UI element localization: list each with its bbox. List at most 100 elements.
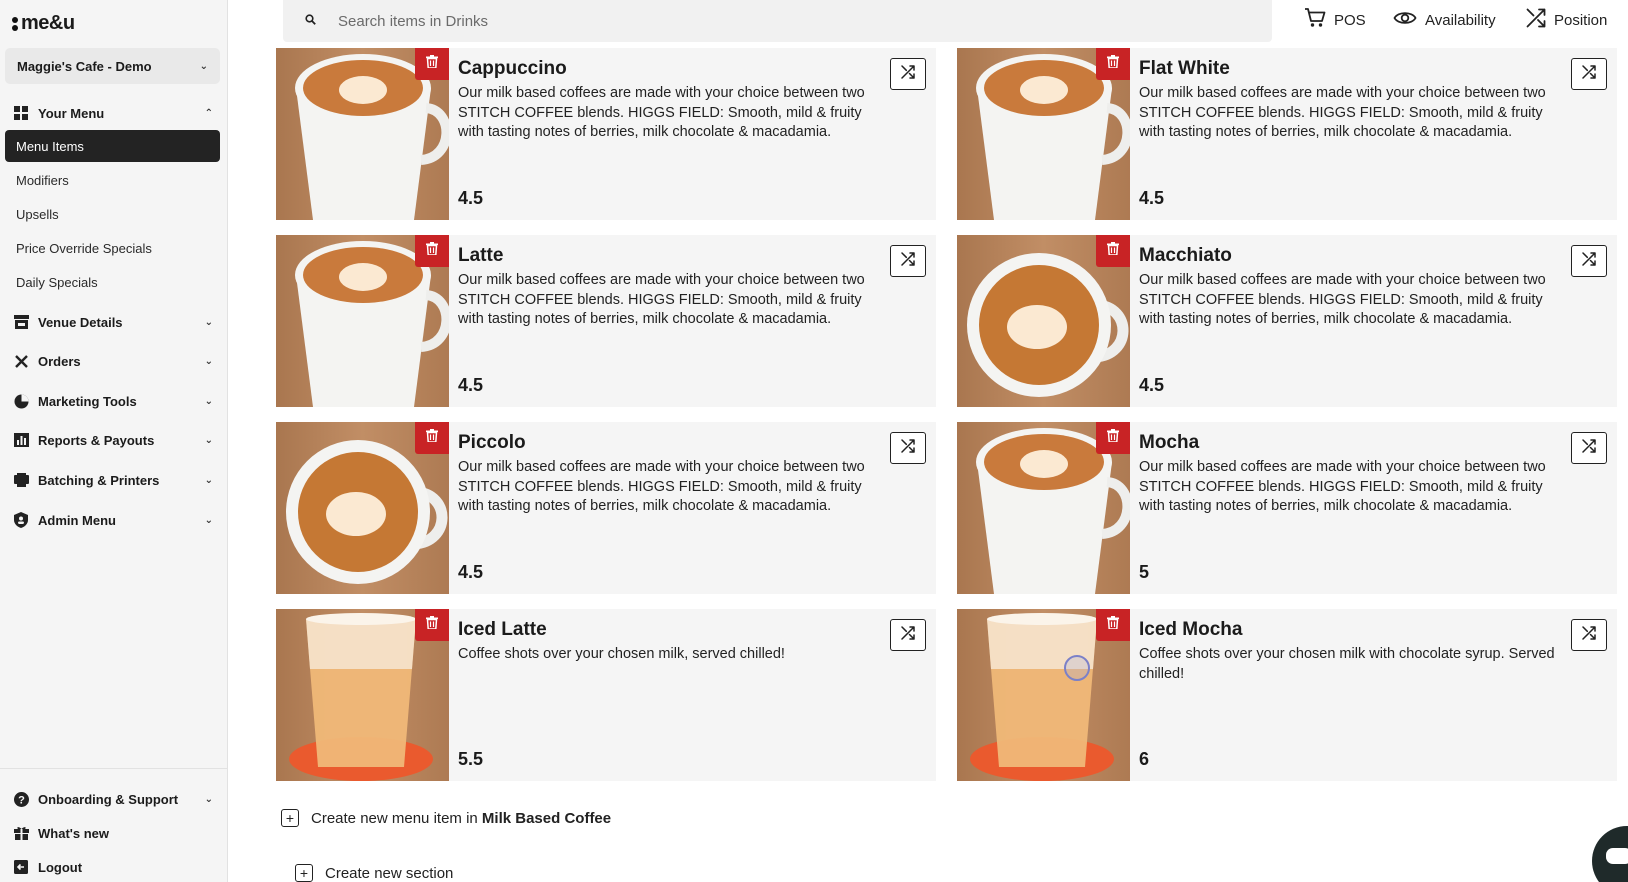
delete-item-button[interactable] (1096, 609, 1130, 641)
menu-item-name[interactable]: Mocha (1139, 432, 1199, 454)
delete-item-button[interactable] (415, 609, 449, 641)
search-bar[interactable] (283, 0, 1272, 42)
delete-item-button[interactable] (1096, 422, 1130, 454)
nav-reports-payouts[interactable]: Reports & Payouts ⌄ (13, 428, 213, 452)
nav-venue-details[interactable]: Venue Details ⌄ (13, 310, 213, 334)
shuffle-icon (901, 251, 915, 271)
help-circle-icon: ? (13, 791, 29, 807)
reposition-item-button[interactable] (1571, 432, 1607, 464)
shuffle-icon (1582, 438, 1596, 458)
sidebar-item-daily-specials[interactable]: Daily Specials (5, 266, 220, 298)
brand-logo[interactable]: me&u (12, 12, 75, 35)
create-menu-item-button[interactable]: + Create new menu item in Milk Based Cof… (281, 809, 611, 827)
venue-selector[interactable]: Maggie's Cafe - Demo ⌄ (5, 48, 220, 84)
create-section-button[interactable]: + Create new section (295, 864, 453, 882)
shield-user-icon (13, 512, 29, 528)
menu-item-name[interactable]: Iced Mocha (1139, 619, 1242, 641)
shopping-cart-icon (1304, 8, 1326, 32)
nav-whats-new[interactable]: What's new (13, 821, 213, 845)
nav-batching-printers[interactable]: Batching & Printers ⌄ (13, 468, 213, 492)
reposition-item-button[interactable] (1571, 245, 1607, 277)
position-button[interactable]: Position (1526, 8, 1607, 32)
menu-item-description: Our milk based coffees are made with you… (1139, 85, 1546, 144)
menu-item-name[interactable]: Flat White (1139, 58, 1230, 80)
nav-section-label: Onboarding & Support (38, 791, 179, 807)
sidebar-item-label: Price Override Specials (16, 240, 152, 256)
chevron-down-icon: ⌄ (199, 60, 208, 72)
printer-icon (13, 472, 29, 488)
sidebar-item-price-override-specials[interactable]: Price Override Specials (5, 232, 220, 264)
nav-marketing-tools[interactable]: Marketing Tools ⌄ (13, 389, 213, 413)
nav-section-label: Reports & Payouts (38, 432, 155, 448)
delete-item-button[interactable] (415, 235, 449, 267)
shuffle-icon (901, 438, 915, 458)
menu-item-name[interactable]: Piccolo (458, 432, 526, 454)
menu-item-card[interactable]: Cappuccino Our milk based coffees are mad… (276, 48, 936, 220)
pie-chart-icon (13, 393, 29, 409)
venue-name: Maggie's Cafe - Demo (17, 58, 152, 74)
trash-icon (426, 242, 438, 260)
reposition-item-button[interactable] (1571, 619, 1607, 651)
nav-section-label: Logout (38, 859, 83, 875)
sidebar-item-label: Menu Items (16, 138, 84, 154)
sidebar-item-modifiers[interactable]: Modifiers (5, 164, 220, 196)
reposition-item-button[interactable] (1571, 58, 1607, 90)
store-icon (13, 314, 29, 330)
menu-item-price: 4.5 (458, 375, 484, 395)
menu-item-name[interactable]: Iced Latte (458, 619, 547, 641)
menu-item-price: 4.5 (458, 188, 484, 208)
trash-icon (426, 429, 438, 447)
search-input[interactable] (338, 12, 1218, 30)
menu-item-price: 5 (1139, 562, 1150, 582)
create-item-prefix: Create new menu item in (311, 809, 478, 827)
menu-item-card[interactable]: Mocha Our milk based coffees are made wit… (957, 422, 1617, 594)
delete-item-button[interactable] (415, 48, 449, 80)
reposition-item-button[interactable] (890, 58, 926, 90)
chevron-down-icon: ⌄ (204, 355, 213, 367)
plus-square-icon: + (281, 809, 299, 827)
trash-icon (1107, 616, 1119, 634)
nav-your-menu[interactable]: Your Menu ⌃ (13, 101, 213, 125)
menu-item-name[interactable]: Macchiato (1139, 245, 1232, 267)
sidebar-item-menu-items[interactable]: Menu Items (5, 130, 220, 162)
trash-icon (1107, 429, 1119, 447)
chevron-up-icon: ⌃ (204, 107, 213, 119)
availability-button[interactable]: Availability (1393, 8, 1496, 32)
menu-item-card[interactable]: Macchiato Our milk based coffees are made… (957, 235, 1617, 407)
menu-item-card[interactable]: Iced Mocha Coffee shots over your chosen … (957, 609, 1617, 781)
trash-icon (426, 55, 438, 73)
search-icon (305, 14, 316, 28)
menu-item-name[interactable]: Cappuccino (458, 58, 567, 80)
menu-item-price: 5.5 (458, 749, 484, 769)
trash-icon (1107, 55, 1119, 73)
nav-section-label: What's new (38, 825, 109, 841)
menu-item-name[interactable]: Latte (458, 245, 503, 267)
create-menu-item-label: Create new menu item in Milk Based Coffe… (311, 810, 611, 827)
nav-section-label: Marketing Tools (38, 393, 137, 409)
nav-logout[interactable]: Logout (13, 855, 213, 879)
reposition-item-button[interactable] (890, 432, 926, 464)
menu-item-price: 4.5 (1139, 188, 1165, 208)
menu-item-card[interactable]: Piccolo Our milk based coffees are made w… (276, 422, 936, 594)
pos-button[interactable]: POS (1304, 8, 1366, 32)
reposition-item-button[interactable] (890, 245, 926, 277)
delete-item-button[interactable] (1096, 48, 1130, 80)
logout-icon (13, 859, 29, 875)
nav-admin-menu[interactable]: Admin Menu ⌄ (13, 508, 213, 532)
menu-item-card[interactable]: Flat White Our milk based coffees are mad… (957, 48, 1617, 220)
nav-your-menu-label: Your Menu (38, 105, 105, 121)
menu-item-card[interactable]: Iced Latte Coffee shots over your chosen … (276, 609, 936, 781)
sidebar-item-upsells[interactable]: Upsells (5, 198, 220, 230)
trash-icon (426, 616, 438, 634)
chevron-down-icon: ⌄ (204, 474, 213, 486)
chat-bubble-icon (1606, 848, 1628, 864)
nav-section-label: Orders (38, 353, 81, 369)
delete-item-button[interactable] (1096, 235, 1130, 267)
nav-section-label: Batching & Printers (38, 472, 160, 488)
nav-onboarding-support[interactable]: ? Onboarding & Support ⌄ (13, 787, 213, 811)
reposition-item-button[interactable] (890, 619, 926, 651)
menu-item-card[interactable]: Latte Our milk based coffees are made wit… (276, 235, 936, 407)
delete-item-button[interactable] (415, 422, 449, 454)
menu-item-description: Our milk based coffees are made with you… (1139, 272, 1546, 331)
nav-orders[interactable]: Orders ⌄ (13, 349, 213, 373)
